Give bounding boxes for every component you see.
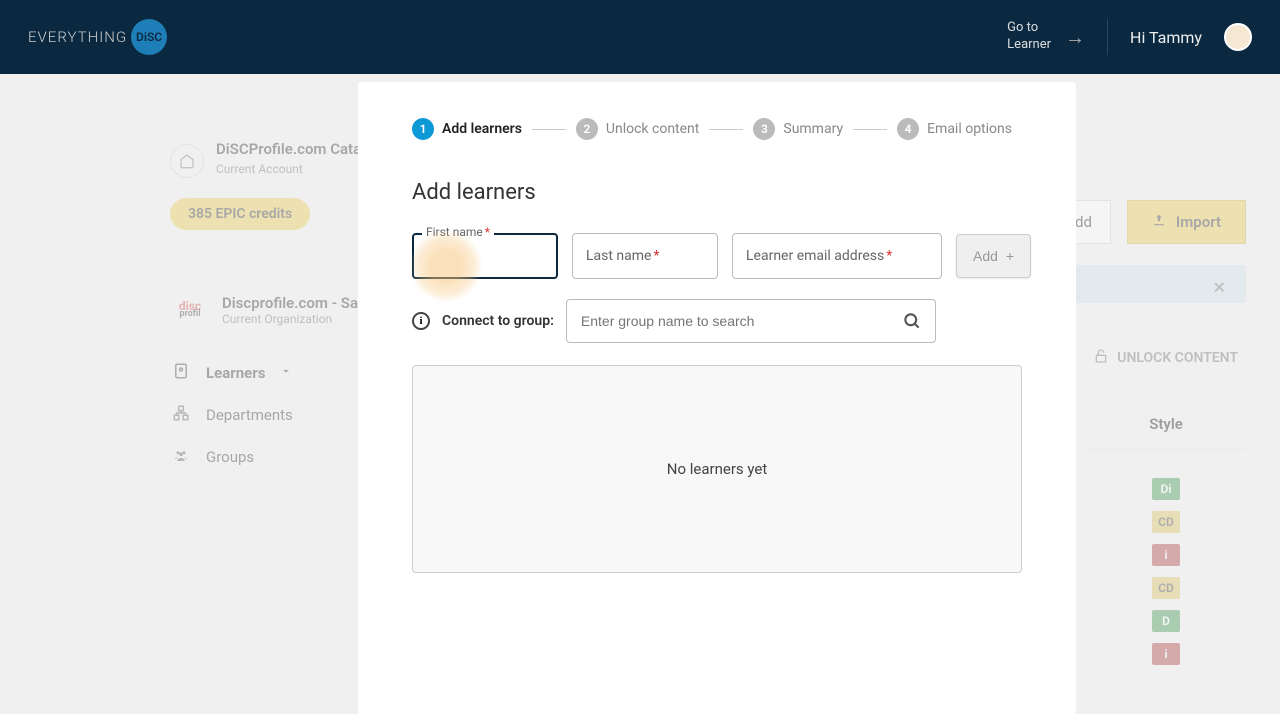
step-connector bbox=[709, 129, 743, 130]
org-name: Discprofile.com - Samp bbox=[222, 294, 379, 312]
style-badge: CD bbox=[1152, 511, 1180, 533]
step-label: Summary bbox=[783, 121, 843, 137]
upload-icon bbox=[1152, 213, 1166, 231]
import-label: Import bbox=[1176, 213, 1221, 231]
step-number: 2 bbox=[576, 118, 598, 140]
style-badge: D bbox=[1152, 610, 1180, 632]
connect-group-label: Connect to group: bbox=[442, 313, 554, 329]
learners-icon bbox=[170, 362, 192, 384]
org-sub: Current Organization bbox=[222, 312, 379, 326]
add-learners-modal: 1 Add learners 2 Unlock content 3 Summar… bbox=[358, 82, 1076, 714]
search-icon[interactable] bbox=[902, 311, 922, 335]
step-connector bbox=[532, 129, 566, 130]
empty-message: No learners yet bbox=[667, 460, 767, 478]
import-button[interactable]: Import bbox=[1127, 200, 1246, 244]
lock-icon bbox=[1093, 348, 1109, 368]
header-right: Go to Learner → Hi Tammy bbox=[1007, 19, 1252, 55]
step-unlock-content[interactable]: 2 Unlock content bbox=[576, 118, 699, 140]
departments-icon bbox=[170, 404, 192, 426]
avatar[interactable] bbox=[1224, 23, 1252, 51]
arrow-right-icon: → bbox=[1065, 24, 1085, 50]
add-learner-button[interactable]: Add + bbox=[956, 234, 1031, 278]
style-badge: CD bbox=[1152, 577, 1180, 599]
step-label: Email options bbox=[927, 121, 1012, 137]
plus-icon: + bbox=[1006, 248, 1014, 264]
learner-form-row: First name* Last name* Learner email add… bbox=[412, 233, 1022, 279]
style-column-header: Style bbox=[1086, 415, 1246, 450]
app-header: EVERYTHING DiSC Go to Learner → Hi Tammy bbox=[0, 0, 1280, 74]
step-number: 4 bbox=[897, 118, 919, 140]
step-email-options[interactable]: 4 Email options bbox=[897, 118, 1012, 140]
main-actions: dd Import bbox=[1056, 200, 1246, 244]
step-add-learners[interactable]: 1 Add learners bbox=[412, 118, 522, 140]
nav-label: Learners bbox=[206, 364, 265, 382]
divider bbox=[1107, 19, 1108, 55]
learner-email-input[interactable] bbox=[732, 233, 942, 279]
logo: EVERYTHING DiSC bbox=[28, 19, 167, 55]
table-header: Style Di CD i CD D i bbox=[1086, 415, 1246, 665]
goto-line2: Learner bbox=[1007, 37, 1051, 54]
logo-badge: DiSC bbox=[131, 19, 167, 55]
step-number: 1 bbox=[412, 118, 434, 140]
groups-icon bbox=[170, 446, 192, 468]
goto-learner-link[interactable]: Go to Learner → bbox=[1007, 20, 1085, 54]
first-name-label: First name* bbox=[422, 225, 494, 239]
first-name-input[interactable] bbox=[412, 233, 558, 279]
nav-label: Departments bbox=[206, 406, 293, 424]
step-summary[interactable]: 3 Summary bbox=[753, 118, 843, 140]
unlock-label: UNLOCK CONTENT bbox=[1117, 350, 1238, 366]
credits-pill[interactable]: 385 EPIC credits bbox=[170, 198, 310, 230]
org-logo-icon: discprofil bbox=[170, 290, 210, 330]
style-badge: i bbox=[1152, 544, 1180, 566]
group-search-input[interactable] bbox=[566, 299, 936, 343]
unlock-content-button[interactable]: UNLOCK CONTENT bbox=[1093, 348, 1238, 368]
chevron-down-icon bbox=[279, 364, 293, 382]
add-label: Add bbox=[973, 248, 998, 264]
style-badge: i bbox=[1152, 643, 1180, 665]
user-greeting: Hi Tammy bbox=[1130, 28, 1202, 47]
stepper: 1 Add learners 2 Unlock content 3 Summar… bbox=[412, 118, 1022, 140]
style-badge: Di bbox=[1152, 478, 1180, 500]
step-label: Add learners bbox=[442, 121, 522, 137]
nav-label: Groups bbox=[206, 448, 254, 466]
logo-text: EVERYTHING bbox=[28, 28, 127, 46]
learners-list-empty: No learners yet bbox=[412, 365, 1022, 573]
style-badges: Di CD i CD D i bbox=[1086, 478, 1246, 665]
last-name-input[interactable] bbox=[572, 233, 718, 279]
goto-line1: Go to bbox=[1007, 20, 1051, 37]
step-connector bbox=[853, 129, 887, 130]
modal-title: Add learners bbox=[412, 180, 1022, 205]
step-number: 3 bbox=[753, 118, 775, 140]
close-icon[interactable]: ✕ bbox=[1213, 278, 1226, 297]
step-label: Unlock content bbox=[606, 121, 699, 137]
info-icon[interactable]: i bbox=[412, 312, 430, 330]
connect-group-row: i Connect to group: bbox=[412, 299, 1022, 343]
home-icon bbox=[170, 144, 204, 178]
